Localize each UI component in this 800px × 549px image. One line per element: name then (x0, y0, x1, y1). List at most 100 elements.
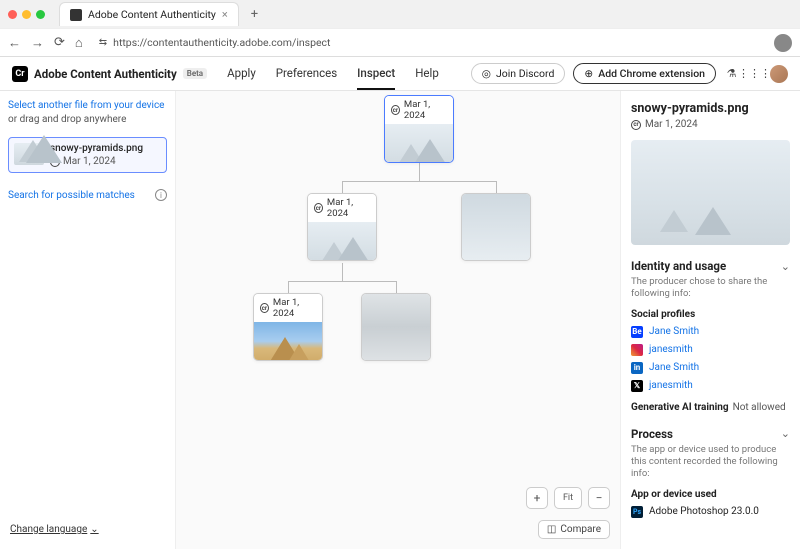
node-image (308, 222, 376, 261)
address-bar-row: ← → ⟳ ⌂ ⇆ https://contentauthenticity.ad… (0, 28, 800, 56)
social-behance: BeJane Smith (631, 326, 790, 338)
brand-logo-icon: Cr (12, 66, 28, 82)
window-controls[interactable] (8, 10, 45, 19)
zoom-in-button[interactable]: + (526, 487, 548, 509)
browser-chrome: Adobe Content Authenticity × + ← → ⟳ ⌂ ⇆… (0, 0, 800, 57)
connector (288, 281, 289, 293)
join-discord-button[interactable]: ◎ Join Discord (471, 63, 566, 84)
node-header: crMar 1, 2024 (308, 194, 376, 222)
linkedin-link[interactable]: Jane Smith (649, 362, 699, 373)
upload-hint-rest: or drag and drop anywhere (8, 114, 126, 125)
tree-node-leaf-left[interactable]: crMar 1, 2024 (253, 293, 323, 361)
browser-tab[interactable]: Adobe Content Authenticity × (59, 2, 239, 26)
compare-label: Compare (560, 524, 601, 535)
browser-profile-avatar[interactable] (774, 34, 792, 52)
provenance-canvas[interactable]: crMar 1, 2024 crMar 1, 2024 crMar 1, 202… (176, 91, 620, 549)
details-panel: snowy-pyramids.png crMar 1, 2024 Identit… (620, 91, 800, 549)
brand[interactable]: Cr Adobe Content Authenticity Beta (12, 66, 207, 82)
change-language-link[interactable]: Change language⌄ (8, 518, 167, 541)
beta-badge: Beta (183, 68, 207, 79)
node-image (362, 294, 430, 360)
brand-name: Adobe Content Authenticity (34, 67, 177, 81)
instagram-link[interactable]: janesmith (649, 344, 693, 355)
change-language-label: Change language (10, 524, 87, 535)
new-tab-button[interactable]: + (245, 7, 264, 22)
zoom-out-button[interactable]: − (588, 487, 610, 509)
x-link[interactable]: janesmith (649, 380, 693, 391)
sidebar-left: Select another file from your device or … (0, 91, 176, 549)
nav-help[interactable]: Help (415, 58, 439, 90)
search-matches-link[interactable]: Search for possible matches (8, 190, 135, 201)
identity-section-header[interactable]: Identity and usage ⌄ (631, 259, 790, 273)
gen-ai-row: Generative AI trainingNot allowed (631, 402, 790, 413)
panel-date: crMar 1, 2024 (631, 119, 790, 130)
address-bar[interactable]: ⇆ https://contentauthenticity.adobe.com/… (91, 33, 766, 52)
social-profiles-heading: Social profiles (631, 309, 790, 320)
compare-button[interactable]: ◫ Compare (538, 520, 610, 539)
close-window-icon[interactable] (8, 10, 17, 19)
compare-icon: ◫ (547, 524, 556, 535)
minimize-window-icon[interactable] (22, 10, 31, 19)
connector (496, 181, 497, 193)
chevron-down-icon: ⌄ (90, 524, 98, 535)
social-linkedin: in Jane Smith (631, 362, 790, 374)
photoshop-icon: Ps (631, 506, 643, 518)
discord-icon: ◎ (482, 67, 491, 80)
nav-apply[interactable]: Apply (227, 58, 256, 90)
header-right: ◎ Join Discord ⊕ Add Chrome extension ⚗ … (471, 63, 788, 84)
info-icon[interactable]: i (155, 189, 167, 201)
apps-grid-icon[interactable]: ⋮⋮⋮ (747, 66, 762, 81)
nav-preferences[interactable]: Preferences (276, 58, 337, 90)
panel-title: snowy-pyramids.png (631, 101, 790, 116)
panel-date-text: Mar 1, 2024 (645, 119, 698, 130)
node-header: cr Mar 1, 2024 (385, 96, 453, 124)
browser-nav: ← → ⟳ ⌂ (8, 35, 83, 51)
maximize-window-icon[interactable] (36, 10, 45, 19)
labs-icon[interactable]: ⚗ (724, 66, 739, 81)
connector (419, 163, 420, 181)
select-file-link[interactable]: Select another file from your device (8, 100, 165, 111)
credentials-badge-icon: cr (391, 105, 400, 115)
tree-node-mid-right[interactable] (461, 193, 531, 261)
chevron-down-icon: ⌄ (781, 260, 790, 273)
x-icon: 𝕏 (631, 380, 643, 392)
tab-strip: Adobe Content Authenticity × + (0, 0, 800, 28)
social-instagram: janesmith (631, 344, 790, 356)
add-chrome-extension-button[interactable]: ⊕ Add Chrome extension (573, 63, 716, 84)
add-extension-label: Add Chrome extension (598, 67, 705, 80)
node-image (385, 124, 453, 163)
credentials-badge-icon: cr (314, 203, 323, 213)
url-text: https://contentauthenticity.adobe.com/in… (113, 36, 330, 49)
upload-hint: Select another file from your device or … (8, 99, 167, 127)
extension-icon: ⊕ (584, 67, 593, 80)
process-heading: Process (631, 427, 673, 441)
site-settings-icon[interactable]: ⇆ (99, 37, 107, 48)
reload-icon[interactable]: ⟳ (54, 35, 65, 51)
file-thumbnail (14, 143, 44, 165)
file-meta: snowy-pyramids.png crMar 1, 2024 (50, 143, 143, 167)
tree-node-leaf-right[interactable] (361, 293, 431, 361)
selected-file-card[interactable]: snowy-pyramids.png crMar 1, 2024 (8, 137, 167, 173)
linkedin-icon: in (631, 362, 643, 374)
tree-node-mid-left[interactable]: crMar 1, 2024 (307, 193, 377, 261)
tab-title: Adobe Content Authenticity (88, 8, 216, 21)
back-icon[interactable]: ← (8, 35, 21, 51)
main-columns: Select another file from your device or … (0, 91, 800, 549)
connector (288, 281, 396, 282)
app-used-heading: App or device used (631, 489, 790, 500)
tree-node-root[interactable]: cr Mar 1, 2024 (384, 95, 454, 163)
fit-button[interactable]: Fit (554, 487, 582, 509)
tab-favicon (70, 9, 82, 21)
behance-link[interactable]: Jane Smith (649, 326, 699, 337)
connector (342, 181, 343, 193)
user-avatar[interactable] (770, 65, 788, 83)
nav-inspect[interactable]: Inspect (357, 58, 395, 90)
panel-preview-image (631, 140, 790, 245)
close-tab-icon[interactable]: × (222, 8, 228, 21)
home-icon[interactable]: ⌂ (75, 35, 83, 51)
forward-icon[interactable]: → (31, 35, 44, 51)
process-section-header[interactable]: Process ⌄ (631, 427, 790, 441)
node-date: Mar 1, 2024 (404, 99, 447, 121)
main-nav: Apply Preferences Inspect Help (227, 58, 439, 90)
process-subtext: The app or device used to produce this c… (631, 444, 790, 481)
